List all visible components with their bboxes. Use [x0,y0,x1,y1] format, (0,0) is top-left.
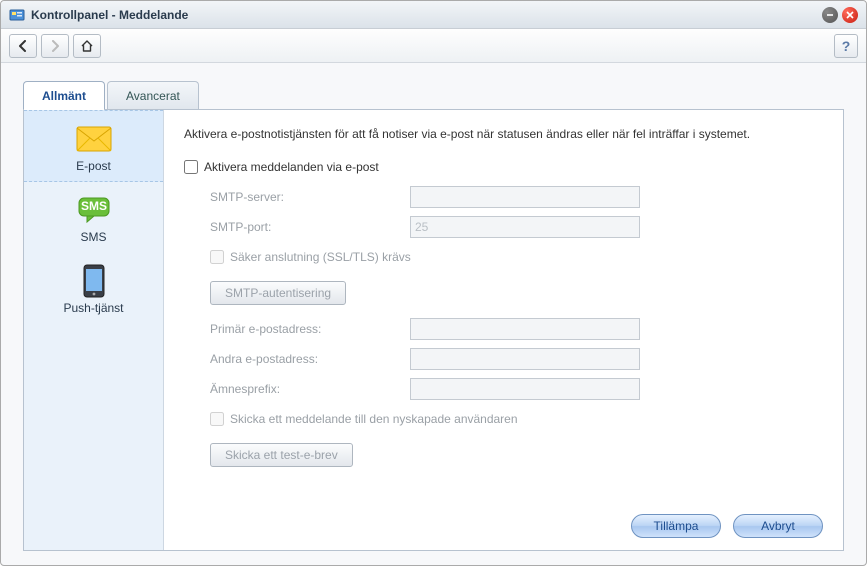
ssl-label: Säker anslutning (SSL/TLS) krävs [230,250,411,264]
ssl-checkbox[interactable] [210,250,224,264]
titlebar: Kontrollpanel - Meddelande [1,1,866,29]
smtp-port-input[interactable] [410,216,640,238]
primary-email-input[interactable] [410,318,640,340]
send-test-button[interactable]: Skicka ett test-e-brev [210,443,353,467]
enable-email-label: Aktivera meddelanden via e-post [204,160,379,174]
secondary-email-input[interactable] [410,348,640,370]
primary-email-label: Primär e-postadress: [210,322,410,336]
nav-toolbar: ? [1,29,866,63]
row-enable: Aktivera meddelanden via e-post [184,155,823,179]
app-window: Kontrollpanel - Meddelande ? Allmänt [0,0,867,566]
categories-sidebar: E-post SMS SMS Push-tjänst [24,110,164,550]
subject-prefix-label: Ämnesprefix: [210,382,410,396]
sms-icon: SMS [77,194,111,226]
smtp-server-input[interactable] [410,186,640,208]
mail-icon [76,123,112,155]
sidebar-item-sms[interactable]: SMS SMS [24,182,163,253]
intro-text: Aktivera e-postnotistjänsten för att få … [184,126,823,143]
enable-email-checkbox[interactable] [184,160,198,174]
tabstrip: Allmänt Avancerat [23,81,844,109]
subject-prefix-input[interactable] [410,378,640,400]
smtp-port-label: SMTP-port: [210,220,410,234]
secondary-email-label: Andra e-postadress: [210,352,410,366]
push-icon [82,265,106,297]
home-button[interactable] [73,34,101,58]
cancel-button[interactable]: Avbryt [733,514,823,538]
sidebar-item-label: Push-tjänst [63,301,123,315]
sidebar-item-push[interactable]: Push-tjänst [24,253,163,324]
tab-advanced[interactable]: Avancerat [107,81,199,109]
send-new-user-checkbox[interactable] [210,412,224,426]
app-icon [9,7,25,23]
sidebar-item-label: SMS [80,230,106,244]
tabpanel-general: E-post SMS SMS Push-tjänst [23,109,844,551]
sidebar-item-email[interactable]: E-post [24,110,163,182]
apply-button[interactable]: Tillämpa [631,514,721,538]
send-new-user-label: Skicka ett meddelande till den nyskapade… [230,412,518,426]
footer-buttons: Tillämpa Avbryt [184,506,823,538]
window-title: Kontrollpanel - Meddelande [31,8,188,22]
tab-general[interactable]: Allmänt [23,81,105,109]
smtp-auth-button[interactable]: SMTP-autentisering [210,281,346,305]
settings-main: Aktivera e-postnotistjänsten för att få … [164,110,843,550]
close-button[interactable] [842,7,858,23]
svg-text:SMS: SMS [80,199,106,213]
smtp-server-label: SMTP-server: [210,190,410,204]
sidebar-item-label: E-post [76,159,111,173]
minimize-button[interactable] [822,7,838,23]
back-button[interactable] [9,34,37,58]
forward-button[interactable] [41,34,69,58]
help-button[interactable]: ? [834,34,858,58]
content-area: Allmänt Avancerat E-post SMS S [1,63,866,565]
